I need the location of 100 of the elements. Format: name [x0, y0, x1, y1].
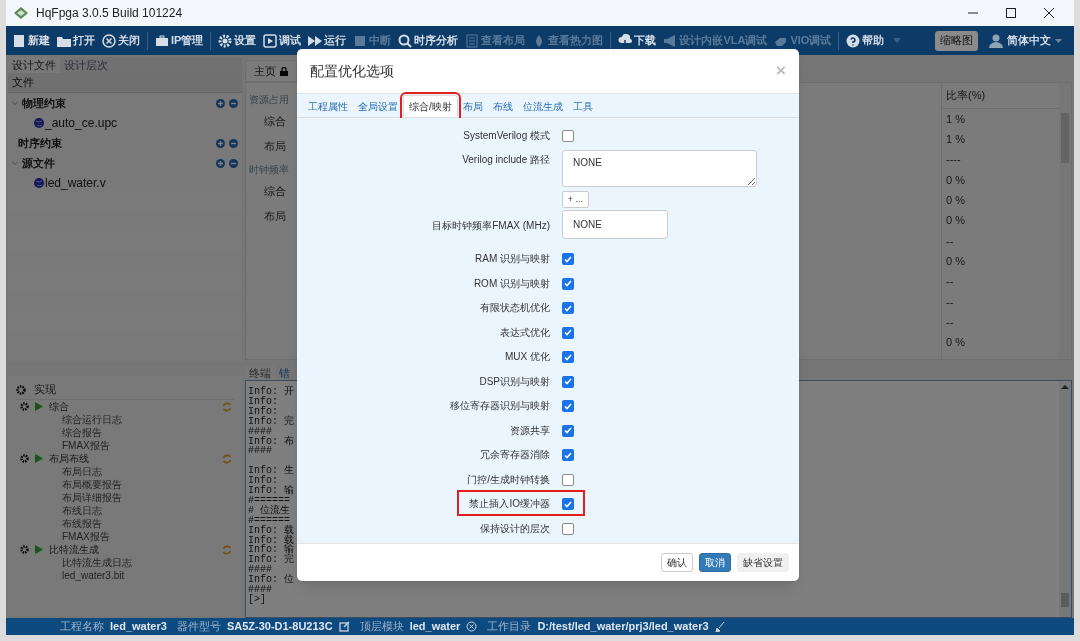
close-circle-icon [102, 33, 116, 48]
refresh-icon [222, 453, 232, 464]
thumbnail-button[interactable]: 缩略图 [935, 30, 978, 51]
report-link[interactable]: 综合报告 [62, 425, 102, 440]
stop-icon [353, 33, 368, 48]
language-menu[interactable]: 简体中文 [981, 32, 1070, 49]
dialog-button[interactable]: 缺省设置 [737, 553, 789, 572]
close-circle-icon [466, 621, 478, 632]
tree-item[interactable]: 物理约束 [22, 94, 66, 112]
remove-icon [229, 158, 238, 168]
add-button[interactable]: + ... [562, 191, 589, 209]
checkbox[interactable] [562, 130, 574, 142]
console-line: #### [248, 446, 272, 457]
file-item[interactable]: _auto_ce.upc [45, 114, 118, 132]
checkbox[interactable] [562, 522, 574, 535]
dialog-tab[interactable]: 工程属性 [303, 95, 353, 117]
checkbox[interactable] [562, 473, 574, 486]
path-field[interactable]: NONE [562, 150, 757, 188]
settings-icon [16, 384, 26, 395]
checkbox[interactable] [562, 326, 574, 339]
check-icon [564, 255, 572, 263]
toolbar-button[interactable]: 运行 [306, 29, 349, 52]
report-link[interactable]: 综合运行日志 [62, 412, 122, 427]
tree-item[interactable]: 时序约束 [18, 134, 62, 152]
checkbox[interactable] [562, 351, 574, 364]
dialog-tab[interactable]: 布局 [457, 95, 488, 117]
toolbar-button[interactable]: 帮助 [844, 29, 887, 52]
brush-icon [714, 621, 726, 632]
option-label: ROM 识别与映射 [473, 276, 550, 291]
checkbox[interactable] [562, 400, 574, 413]
toolbar-button[interactable]: 关闭 [100, 29, 142, 52]
console-tab[interactable]: 错 [275, 366, 294, 380]
console-line: Info: 布 [248, 436, 294, 447]
flow-step[interactable]: 比特流生成 [49, 542, 99, 557]
checkbox[interactable] [562, 498, 574, 511]
add-icon [216, 158, 225, 168]
home-tab[interactable]: 主页 [245, 60, 297, 82]
console-line: #====== [248, 495, 290, 506]
report-link[interactable]: led_water3.bit [62, 568, 125, 583]
checkbox[interactable] [562, 449, 574, 462]
table-cell-text: 0 % [945, 172, 966, 188]
check-icon [564, 500, 572, 508]
remove-icon [229, 138, 238, 148]
toolbar-button[interactable]: 时序分析 [396, 29, 461, 52]
console-line: Info: 完 [248, 555, 294, 566]
flow-step[interactable]: 布局布线 [49, 451, 89, 466]
dialog-tab[interactable]: 全局设置 [353, 95, 403, 117]
table-cell-text: 0 % [945, 193, 966, 209]
flow-step[interactable]: 综合 [49, 399, 69, 414]
report-link[interactable]: 布局日志 [62, 464, 102, 479]
report-link[interactable]: FMAX报告 [62, 529, 110, 544]
search-icon [398, 33, 413, 48]
checkbox[interactable] [562, 302, 574, 315]
status-label: 工程名称 [60, 619, 104, 635]
toolbar-button[interactable]: 调试 [261, 29, 304, 52]
toolbar-button[interactable]: 设置 [216, 29, 259, 52]
console-line: Info: 载 [248, 525, 294, 536]
report-link[interactable]: 布局详细报告 [62, 490, 122, 505]
table-cell-text: 综合 [264, 114, 286, 130]
table-cell-text: 布局 [264, 139, 286, 155]
check-icon [564, 280, 572, 288]
check-icon [564, 304, 572, 312]
dialog-tab[interactable]: 工具 [567, 95, 598, 117]
console-line: Info: [248, 406, 278, 417]
sidebar-tab[interactable]: 设计文件 [8, 57, 60, 73]
dialog-button[interactable]: 确认 [661, 553, 693, 572]
option-label: 门控/生成时钟转换 [467, 472, 550, 487]
report-link[interactable]: 布线日志 [62, 503, 102, 518]
dialog-tab[interactable]: 综合/映射 [403, 95, 458, 117]
checkbox[interactable] [562, 424, 574, 437]
status-label: 器件型号 [176, 619, 221, 635]
file-item[interactable]: led_water.v [45, 174, 106, 192]
dialog-tab[interactable]: 布线 [487, 95, 518, 117]
toolbar-button[interactable]: 新建 [10, 29, 52, 52]
checkbox[interactable] [562, 375, 574, 388]
report-link[interactable]: 布线报告 [62, 516, 102, 531]
settings-icon [20, 402, 29, 411]
dialog-tab[interactable]: 位流生成 [517, 95, 568, 117]
option-label: RAM 识别与映射 [475, 252, 550, 267]
toolbar-button[interactable]: 打开 [55, 29, 97, 52]
check-icon [564, 353, 572, 361]
option-label: DSP识别与映射 [479, 374, 550, 389]
toolbar-button[interactable]: IP管理 [153, 29, 206, 52]
checkbox[interactable] [562, 277, 574, 290]
tree-item[interactable]: 源文件 [22, 154, 55, 172]
option-label: 目标时钟频率FMAX (MHz) [432, 219, 550, 234]
option-label: 资源共享 [510, 423, 550, 438]
sidebar-tab[interactable]: 设计层次 [60, 57, 112, 73]
settings-icon [218, 33, 233, 48]
report-link[interactable]: FMAX报告 [62, 438, 110, 453]
checkbox[interactable] [562, 253, 574, 266]
report-link[interactable]: 布局概要报告 [62, 477, 122, 492]
user-icon [989, 33, 1003, 48]
option-label: 冗余寄存器消除 [480, 448, 550, 463]
dialog-button[interactable]: 取消 [699, 553, 731, 572]
section-label: 时钟频率 [249, 162, 289, 177]
toolbar-button[interactable]: 下载 [616, 29, 659, 52]
console-line: [>] [248, 595, 266, 605]
report-link[interactable]: 比特流生成日志 [62, 555, 132, 570]
fmax-field[interactable]: NONE [562, 210, 668, 240]
